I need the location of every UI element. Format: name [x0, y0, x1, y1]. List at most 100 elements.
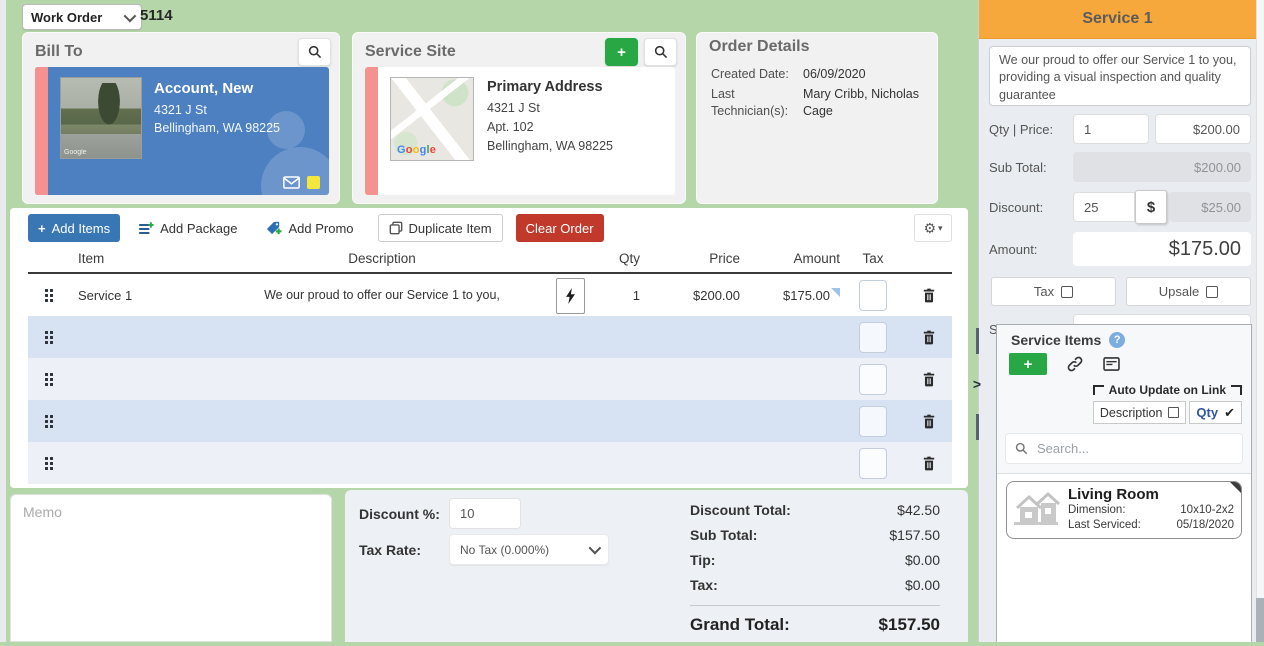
duplicate-icon [389, 221, 403, 235]
qty-input[interactable] [1073, 114, 1149, 144]
scrollbar-thumb[interactable] [1256, 598, 1264, 642]
delete-item-button[interactable] [906, 372, 952, 387]
page-left-edge [0, 0, 6, 642]
site-address-line1: 4321 J St [487, 99, 613, 118]
account-card-stripe [35, 67, 48, 195]
duplicate-item-button[interactable]: Duplicate Item [378, 214, 503, 242]
created-date-label: Created Date: [711, 66, 803, 83]
tax-checkbox[interactable] [859, 448, 887, 479]
tax-checkbox[interactable] [859, 322, 887, 353]
qty-toggle[interactable]: Qty ✔ [1189, 401, 1242, 424]
tax-rate-select[interactable]: No Tax (0.000%) [449, 534, 609, 565]
add-promo-button[interactable]: Add Promo [255, 214, 363, 242]
link-item-button[interactable] [1067, 356, 1083, 372]
tip-row: Tip: $0.00 [690, 552, 940, 568]
corner-bracket-right [1231, 385, 1242, 395]
tax-checkbox[interactable] [859, 364, 887, 395]
drag-handle[interactable] [45, 373, 56, 386]
checkbox-icon [1168, 407, 1179, 418]
add-items-button[interactable]: + Add Items [28, 214, 120, 242]
description-toggle[interactable]: Description [1093, 401, 1187, 424]
drag-handle[interactable] [45, 415, 56, 428]
quick-edit-button[interactable] [556, 278, 585, 314]
chevron-down-icon [589, 542, 602, 555]
table-row-empty [28, 358, 952, 400]
tax-toggle-button[interactable]: Tax [991, 277, 1116, 306]
corner-bracket-left [1093, 385, 1104, 395]
editor-amount-label: Amount: [989, 242, 1073, 257]
google-watermark: Google [64, 149, 87, 156]
dimension-row: Dimension: 10x10-2x2 [1068, 503, 1234, 518]
order-number: 5114 [140, 7, 173, 24]
table-row: Service 1 We our proud to offer our Serv… [28, 274, 952, 316]
item-description-input[interactable]: We our proud to offer our Service 1 to y… [989, 46, 1251, 106]
drag-handle[interactable] [45, 457, 56, 470]
editor-subtotal-label: Sub Total: [989, 160, 1073, 175]
page-scrollbar[interactable] [1256, 0, 1264, 642]
drag-handle[interactable] [45, 289, 56, 302]
memo-input[interactable] [11, 495, 331, 641]
clear-order-button[interactable]: Clear Order [516, 214, 604, 242]
delete-item-button[interactable] [906, 330, 952, 345]
handle-bar [976, 328, 979, 354]
editor-amount-value[interactable]: $175.00 [1073, 232, 1251, 266]
service-item-card[interactable]: Living Room Dimension: 10x10-2x2 Last Se… [1006, 481, 1242, 539]
last-technicians-row: Last Technician(s): Mary Cribb, Nicholas… [711, 86, 923, 120]
site-name: Primary Address [487, 79, 613, 95]
editor-subtotal-value: $200.00 [1073, 152, 1251, 182]
discount-percent-input[interactable] [449, 498, 521, 529]
editor-discount-input[interactable] [1073, 192, 1135, 222]
table-row-empty [28, 316, 952, 358]
last-serviced-row: Last Serviced: 05/18/2020 [1068, 518, 1234, 533]
table-settings-button[interactable]: ⚙ ▾ [914, 214, 952, 242]
created-date-value: 06/09/2020 [803, 66, 923, 83]
discount-unit-button[interactable]: $ [1135, 190, 1167, 224]
add-package-button[interactable]: Add Package [128, 214, 247, 242]
auto-update-on-link: Auto Update on Link [997, 381, 1251, 397]
package-list-icon [138, 221, 154, 236]
qty-price-label: Qty | Price: [989, 122, 1073, 137]
delete-item-button[interactable] [906, 414, 952, 429]
search-icon [654, 45, 668, 59]
site-address-line3: Bellingham, WA 98225 [487, 137, 613, 156]
account-street-photo: Google [60, 77, 142, 159]
document-type-select[interactable]: Work Order [22, 4, 142, 30]
memo-panel [10, 494, 332, 642]
delete-item-button[interactable] [906, 288, 952, 303]
note-icon[interactable] [307, 176, 320, 189]
sidebar-collapse-handle[interactable]: > [969, 328, 985, 440]
upsale-toggle-button[interactable]: Upsale [1126, 277, 1251, 306]
trash-icon [922, 414, 936, 429]
tax-rate-label: Tax Rate: [359, 542, 449, 558]
tax-checkbox[interactable] [859, 406, 887, 437]
service-site-card[interactable]: Google Primary Address 4321 J St Apt. 10… [365, 67, 675, 195]
promo-tag-icon [265, 220, 282, 236]
service-items-title: Service Items [1011, 332, 1101, 348]
drag-handle[interactable] [45, 331, 56, 344]
service-site-search-button[interactable] [644, 38, 677, 66]
col-qty: Qty [560, 251, 640, 266]
lightning-icon [565, 288, 576, 304]
house-icon [1011, 486, 1061, 528]
delete-item-button[interactable] [906, 456, 952, 471]
col-price: Price [640, 251, 740, 266]
discount-percent-label: Discount %: [359, 506, 449, 522]
account-card[interactable]: Google Account, New 4321 J St Bellingham… [35, 67, 329, 195]
service-site-card-stripe [365, 67, 378, 195]
site-address-line2: Apt. 102 [487, 118, 613, 137]
trash-icon [922, 330, 936, 345]
service-items-search[interactable] [1005, 433, 1243, 464]
price-input[interactable] [1155, 114, 1251, 144]
add-service-site-button[interactable]: + [605, 38, 638, 66]
tax-checkbox[interactable] [859, 280, 887, 311]
bill-to-search-button[interactable] [298, 38, 331, 66]
item-description: We our proud to offer our Service 1 to y… [204, 288, 560, 302]
created-date-row: Created Date: 06/09/2020 [711, 66, 923, 83]
add-service-item-button[interactable]: + [1009, 353, 1047, 375]
service-items-search-input[interactable] [1035, 440, 1233, 457]
item-name: Service 1 [64, 288, 204, 303]
envelope-icon[interactable] [283, 176, 300, 189]
card-view-button[interactable] [1103, 357, 1120, 371]
help-icon[interactable]: ? [1109, 332, 1125, 348]
card-list-icon [1103, 357, 1120, 371]
